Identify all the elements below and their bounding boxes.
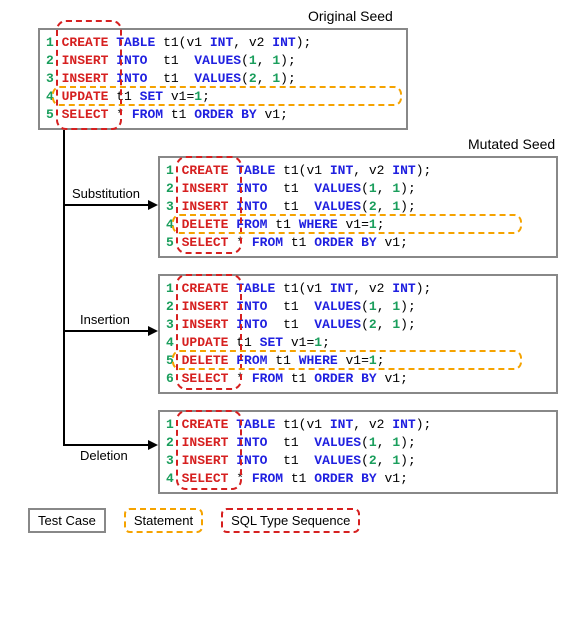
- sql-command: INSERT: [182, 299, 229, 314]
- code-line: 4 UPDATE t1 SET v1=1;: [46, 88, 400, 106]
- arrowhead-insertion: [148, 326, 158, 336]
- code-line: 4 UPDATE t1 SET v1=1;: [166, 334, 550, 352]
- sql-command: SELECT: [182, 371, 229, 386]
- sql-command: DELETE: [182, 353, 229, 368]
- sql-command: CREATE: [62, 35, 109, 50]
- code-line: 1 CREATE TABLE t1(v1 INT, v2 INT);: [166, 162, 550, 180]
- code-line: 3 INSERT INTO t1 VALUES(2, 1);: [46, 70, 400, 88]
- line-number: 4: [166, 217, 174, 232]
- line-number: 1: [46, 35, 54, 50]
- sql-command: INSERT: [62, 53, 109, 68]
- legend-typeseq: SQL Type Sequence: [221, 508, 360, 533]
- legend: Test Case Statement SQL Type Sequence: [28, 508, 360, 533]
- code-lines: 1 CREATE TABLE t1(v1 INT, v2 INT);2 INSE…: [166, 280, 550, 388]
- sql-command: INSERT: [62, 71, 109, 86]
- code-lines: 1 CREATE TABLE t1(v1 INT, v2 INT);2 INSE…: [166, 162, 550, 252]
- sql-command: UPDATE: [182, 335, 229, 350]
- legend-testcase: Test Case: [28, 508, 106, 533]
- line-number: 2: [166, 435, 174, 450]
- line-number: 1: [166, 163, 174, 178]
- sql-command: INSERT: [182, 453, 229, 468]
- sql-command: CREATE: [182, 417, 229, 432]
- line-number: 1: [166, 417, 174, 432]
- line-number: 4: [166, 335, 174, 350]
- arrow-to-insertion: [63, 330, 148, 332]
- arrow-to-deletion: [63, 444, 148, 446]
- code-line: 4 SELECT * FROM t1 ORDER BY v1;: [166, 470, 550, 488]
- deletion-box: 1 CREATE TABLE t1(v1 INT, v2 INT);2 INSE…: [158, 410, 558, 494]
- code-line: 3 INSERT INTO t1 VALUES(2, 1);: [166, 316, 550, 334]
- sql-command: UPDATE: [62, 89, 109, 104]
- arrow-trunk: [63, 130, 65, 444]
- code-line: 6 SELECT * FROM t1 ORDER BY v1;: [166, 370, 550, 388]
- line-number: 2: [166, 181, 174, 196]
- label-substitution: Substitution: [72, 186, 140, 201]
- sql-command: CREATE: [182, 281, 229, 296]
- line-number: 3: [166, 317, 174, 332]
- line-number: 1: [166, 281, 174, 296]
- line-number: 5: [166, 353, 174, 368]
- sql-command: DELETE: [182, 217, 229, 232]
- code-line: 5 SELECT * FROM t1 ORDER BY v1;: [46, 106, 400, 124]
- code-lines: 1 CREATE TABLE t1(v1 INT, v2 INT);2 INSE…: [166, 416, 550, 488]
- arrowhead-deletion: [148, 440, 158, 450]
- code-line: 1 CREATE TABLE t1(v1 INT, v2 INT);: [166, 280, 550, 298]
- legend-statement: Statement: [124, 508, 203, 533]
- label-mutated-seed: Mutated Seed: [468, 136, 555, 152]
- code-line: 5 DELETE FROM t1 WHERE v1=1;: [166, 352, 550, 370]
- line-number: 3: [166, 199, 174, 214]
- code-line: 2 INSERT INTO t1 VALUES(1, 1);: [166, 180, 550, 198]
- sql-command: SELECT: [62, 107, 109, 122]
- line-number: 3: [166, 453, 174, 468]
- line-number: 5: [46, 107, 54, 122]
- sql-command: INSERT: [182, 199, 229, 214]
- sql-command: INSERT: [182, 181, 229, 196]
- label-insertion: Insertion: [80, 312, 130, 327]
- arrowhead-substitution: [148, 200, 158, 210]
- code-line: 3 INSERT INTO t1 VALUES(2, 1);: [166, 452, 550, 470]
- label-original-seed: Original Seed: [308, 8, 393, 24]
- code-line: 2 INSERT INTO t1 VALUES(1, 1);: [46, 52, 400, 70]
- line-number: 5: [166, 235, 174, 250]
- code-lines: 1 CREATE TABLE t1(v1 INT, v2 INT);2 INSE…: [46, 34, 400, 124]
- line-number: 2: [166, 299, 174, 314]
- code-line: 1 CREATE TABLE t1(v1 INT, v2 INT);: [46, 34, 400, 52]
- label-deletion: Deletion: [80, 448, 128, 463]
- sql-command: CREATE: [182, 163, 229, 178]
- sql-command: SELECT: [182, 235, 229, 250]
- line-number: 4: [166, 471, 174, 486]
- code-line: 4 DELETE FROM t1 WHERE v1=1;: [166, 216, 550, 234]
- sql-command: INSERT: [182, 317, 229, 332]
- code-line: 2 INSERT INTO t1 VALUES(1, 1);: [166, 434, 550, 452]
- line-number: 3: [46, 71, 54, 86]
- original-seed-box: 1 CREATE TABLE t1(v1 INT, v2 INT);2 INSE…: [38, 28, 408, 130]
- arrow-to-substitution: [63, 204, 148, 206]
- code-line: 5 SELECT * FROM t1 ORDER BY v1;: [166, 234, 550, 252]
- code-line: 3 INSERT INTO t1 VALUES(2, 1);: [166, 198, 550, 216]
- code-line: 2 INSERT INTO t1 VALUES(1, 1);: [166, 298, 550, 316]
- sql-command: SELECT: [182, 471, 229, 486]
- line-number: 4: [46, 89, 54, 104]
- substitution-box: 1 CREATE TABLE t1(v1 INT, v2 INT);2 INSE…: [158, 156, 558, 258]
- code-line: 1 CREATE TABLE t1(v1 INT, v2 INT);: [166, 416, 550, 434]
- line-number: 2: [46, 53, 54, 68]
- sql-command: INSERT: [182, 435, 229, 450]
- insertion-box: 1 CREATE TABLE t1(v1 INT, v2 INT);2 INSE…: [158, 274, 558, 394]
- line-number: 6: [166, 371, 174, 386]
